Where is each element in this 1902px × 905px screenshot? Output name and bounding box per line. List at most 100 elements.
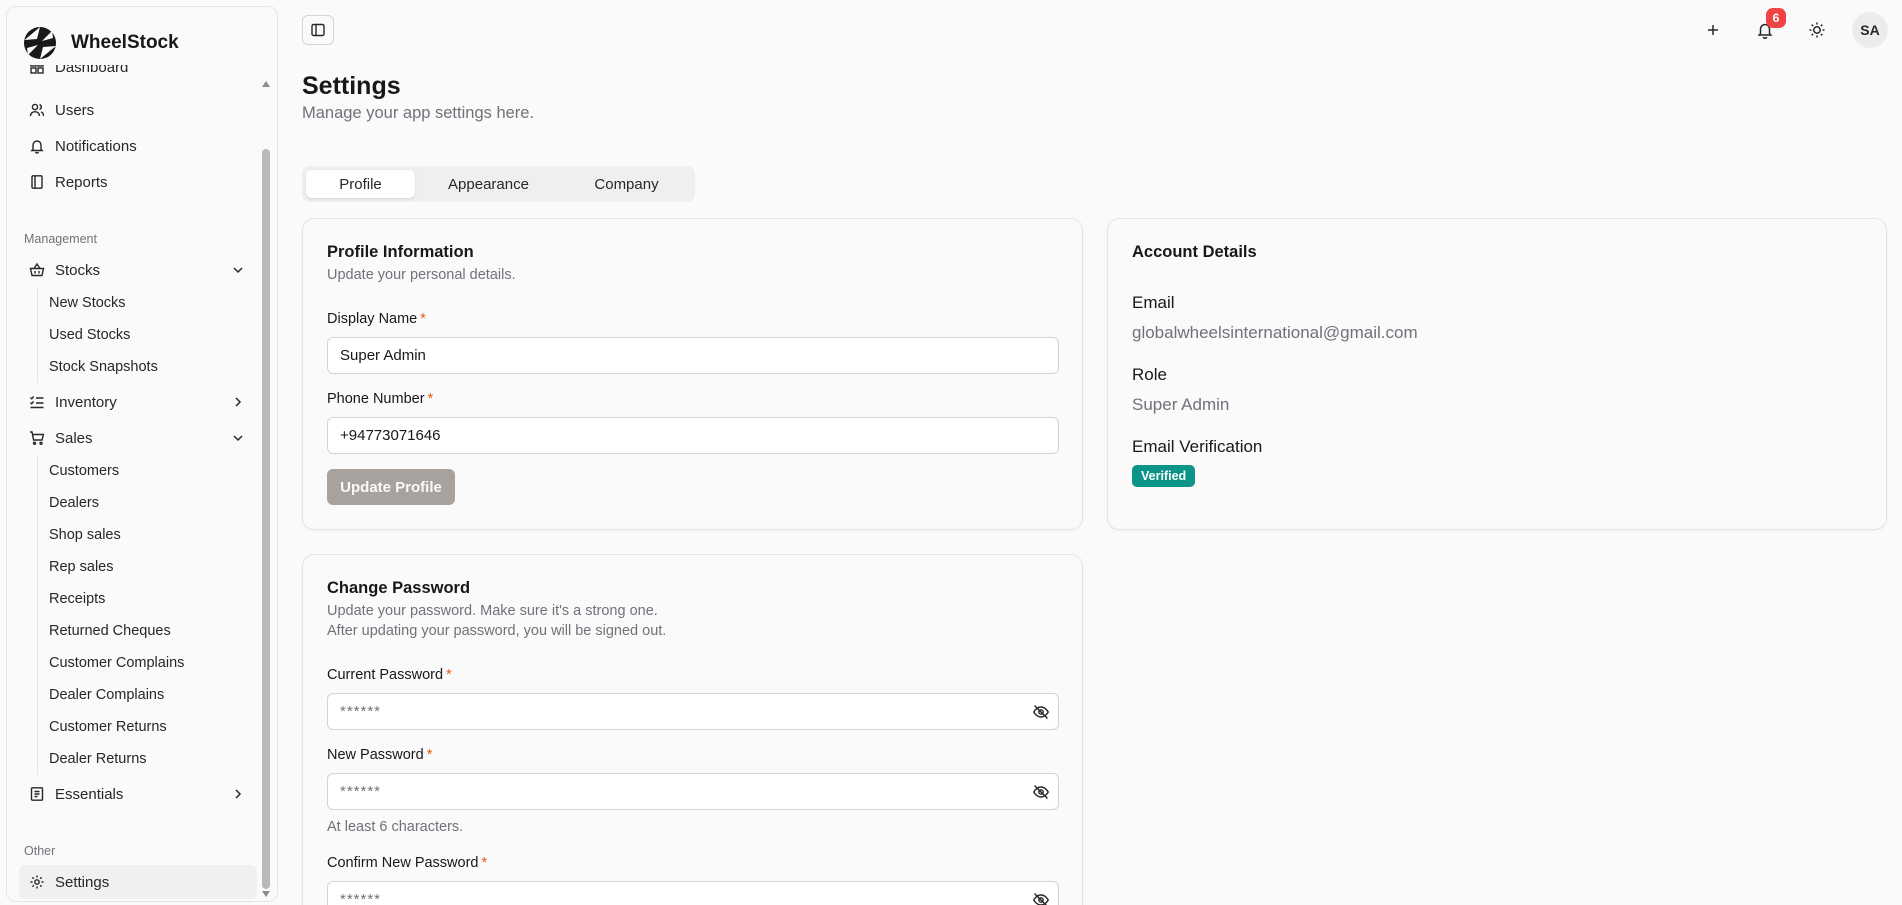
- scrollbar-thumb[interactable]: [262, 149, 270, 889]
- sidebar-subitem-dealer-complains[interactable]: Dealer Complains: [38, 679, 257, 711]
- chevron-right-icon: [235, 397, 242, 407]
- cart-icon: [30, 431, 45, 446]
- new-password-label: New Password *: [327, 747, 433, 763]
- new-password-placeholder: ******: [340, 783, 382, 800]
- display-name-input[interactable]: Super Admin: [327, 337, 1059, 374]
- sidebar-item-essentials[interactable]: Essentials: [19, 777, 257, 811]
- current-password-placeholder: ******: [340, 703, 382, 720]
- sun-icon: [1809, 22, 1825, 38]
- email-label: Email: [1132, 293, 1175, 312]
- chevron-right-icon: [235, 789, 242, 799]
- card-description: Update your personal details.: [327, 267, 516, 283]
- tab-profile[interactable]: Profile: [306, 170, 415, 198]
- account-details-card: Account Details Email globalwheelsintern…: [1107, 218, 1887, 530]
- bell-icon: [30, 140, 44, 154]
- page-subtitle: Manage your app settings here.: [302, 104, 535, 122]
- sidebar-subitem-customers[interactable]: Customers: [38, 455, 257, 487]
- email-verification-label: Email Verification: [1132, 437, 1263, 456]
- sidebar-item-label: Users: [55, 101, 95, 119]
- scroll-up-arrow-icon[interactable]: [262, 81, 270, 87]
- sidebar-item-stocks[interactable]: Stocks: [19, 253, 257, 287]
- card-title: Change Password: [327, 579, 471, 597]
- page-title: Settings: [302, 72, 401, 100]
- brand[interactable]: WheelStock: [23, 23, 179, 63]
- sidebar-subitem-dealers[interactable]: Dealers: [38, 487, 257, 519]
- role-label: Role: [1132, 365, 1167, 384]
- notifications-button[interactable]: 6: [1748, 8, 1786, 46]
- theme-toggle-button[interactable]: [1800, 14, 1834, 46]
- book-icon: [31, 175, 43, 189]
- sidebar-item-sales[interactable]: Sales: [19, 421, 257, 455]
- settings-tabs: Profile Appearance Company: [302, 166, 695, 202]
- eye-off-icon[interactable]: [1032, 783, 1050, 801]
- chevron-down-icon: [233, 267, 243, 274]
- add-button[interactable]: [1696, 14, 1730, 46]
- sidebar-item-notifications[interactable]: Notifications: [19, 129, 257, 163]
- profile-information-card: Profile Information Update your personal…: [302, 218, 1083, 530]
- sidebar-subitem-receipts[interactable]: Receipts: [38, 583, 257, 615]
- phone-number-label: Phone Number *: [327, 391, 434, 407]
- update-profile-button[interactable]: Update Profile: [327, 469, 455, 505]
- sidebar-item-label: Stocks: [55, 261, 101, 279]
- role-value: Super Admin: [1132, 395, 1230, 414]
- dashboard-icon: [30, 65, 44, 74]
- plus-icon: [1708, 25, 1718, 35]
- sidebar: WheelStock Dashboard Users Notifications…: [6, 6, 278, 902]
- sidebar-item-users[interactable]: Users: [19, 93, 257, 127]
- phone-number-input[interactable]: +94773071646: [327, 417, 1059, 454]
- sidebar-subitem-customer-returns[interactable]: Customer Returns: [38, 711, 257, 743]
- change-password-card: Change Password Update your password. Ma…: [302, 554, 1083, 905]
- verified-status-badge: Verified: [1132, 465, 1196, 487]
- sidebar-scrollbar[interactable]: [261, 75, 271, 899]
- users-icon: [29, 103, 45, 117]
- sidebar-item-reports[interactable]: Reports: [19, 165, 257, 199]
- card-title: Account Details: [1132, 243, 1257, 261]
- list-check-icon: [30, 396, 44, 409]
- email-value: globalwheelsinternational@gmail.com: [1132, 323, 1418, 342]
- sidebar-subitem-rep-sales[interactable]: Rep sales: [38, 551, 257, 583]
- current-password-label: Current Password *: [327, 667, 452, 683]
- sidebar-subitem-dealer-returns[interactable]: Dealer Returns: [38, 743, 257, 775]
- sidebar-item-dashboard[interactable]: Dashboard: [19, 65, 257, 84]
- sidebar-nav: Dashboard Users Notifications Reports Ma…: [7, 65, 265, 901]
- current-password-input[interactable]: ******: [327, 693, 1059, 730]
- stocks-submenu: New Stocks Used Stocks Stock Snapshots: [37, 287, 257, 383]
- sidebar-subitem-returned-cheques[interactable]: Returned Cheques: [38, 615, 257, 647]
- sidebar-item-label: Inventory: [55, 393, 117, 411]
- sidebar-subitem-customer-complains[interactable]: Customer Complains: [38, 647, 257, 679]
- basket-icon: [29, 262, 45, 277]
- sidebar-subitem-shop-sales[interactable]: Shop sales: [38, 519, 257, 551]
- confirm-password-placeholder: ******: [340, 891, 382, 905]
- sidebar-item-settings[interactable]: Settings: [19, 865, 257, 899]
- sidebar-panel-icon: [311, 23, 325, 37]
- card-title: Profile Information: [327, 243, 474, 261]
- display-name-label: Display Name *: [327, 311, 426, 327]
- eye-off-icon[interactable]: [1032, 891, 1050, 905]
- card-description-line-2: After updating your password, you will b…: [327, 623, 667, 639]
- sidebar-subitem-stock-snapshots[interactable]: Stock Snapshots: [38, 351, 257, 383]
- nav-group-other: Other: [24, 844, 56, 858]
- wheelstock-logo-icon: [24, 27, 56, 59]
- tab-appearance[interactable]: Appearance: [417, 170, 560, 198]
- sidebar-subitem-new-stocks[interactable]: New Stocks: [38, 287, 257, 319]
- chevron-down-icon: [233, 435, 243, 442]
- sidebar-item-inventory[interactable]: Inventory: [19, 385, 257, 419]
- new-password-input[interactable]: ******: [327, 773, 1059, 810]
- confirm-password-input[interactable]: ******: [327, 881, 1059, 905]
- sidebar-item-label: Reports: [55, 173, 108, 191]
- app-name: WheelStock: [71, 32, 179, 53]
- confirm-password-label: Confirm New Password *: [327, 855, 488, 871]
- sidebar-item-label: Sales: [55, 429, 93, 447]
- nav-group-management: Management: [24, 232, 97, 246]
- eye-off-icon[interactable]: [1032, 703, 1050, 721]
- sidebar-item-label: Dashboard: [55, 65, 129, 76]
- sidebar-item-label: Settings: [55, 873, 110, 891]
- tab-company[interactable]: Company: [562, 170, 691, 198]
- scroll-down-arrow-icon[interactable]: [262, 891, 270, 897]
- notebook-icon: [30, 787, 44, 801]
- avatar[interactable]: SA: [1852, 12, 1888, 48]
- sidebar-subitem-used-stocks[interactable]: Used Stocks: [38, 319, 257, 351]
- sidebar-item-label: Essentials: [55, 785, 124, 803]
- sales-submenu: Customers Dealers Shop sales Rep sales R…: [37, 455, 257, 775]
- sidebar-toggle-button[interactable]: [302, 15, 334, 45]
